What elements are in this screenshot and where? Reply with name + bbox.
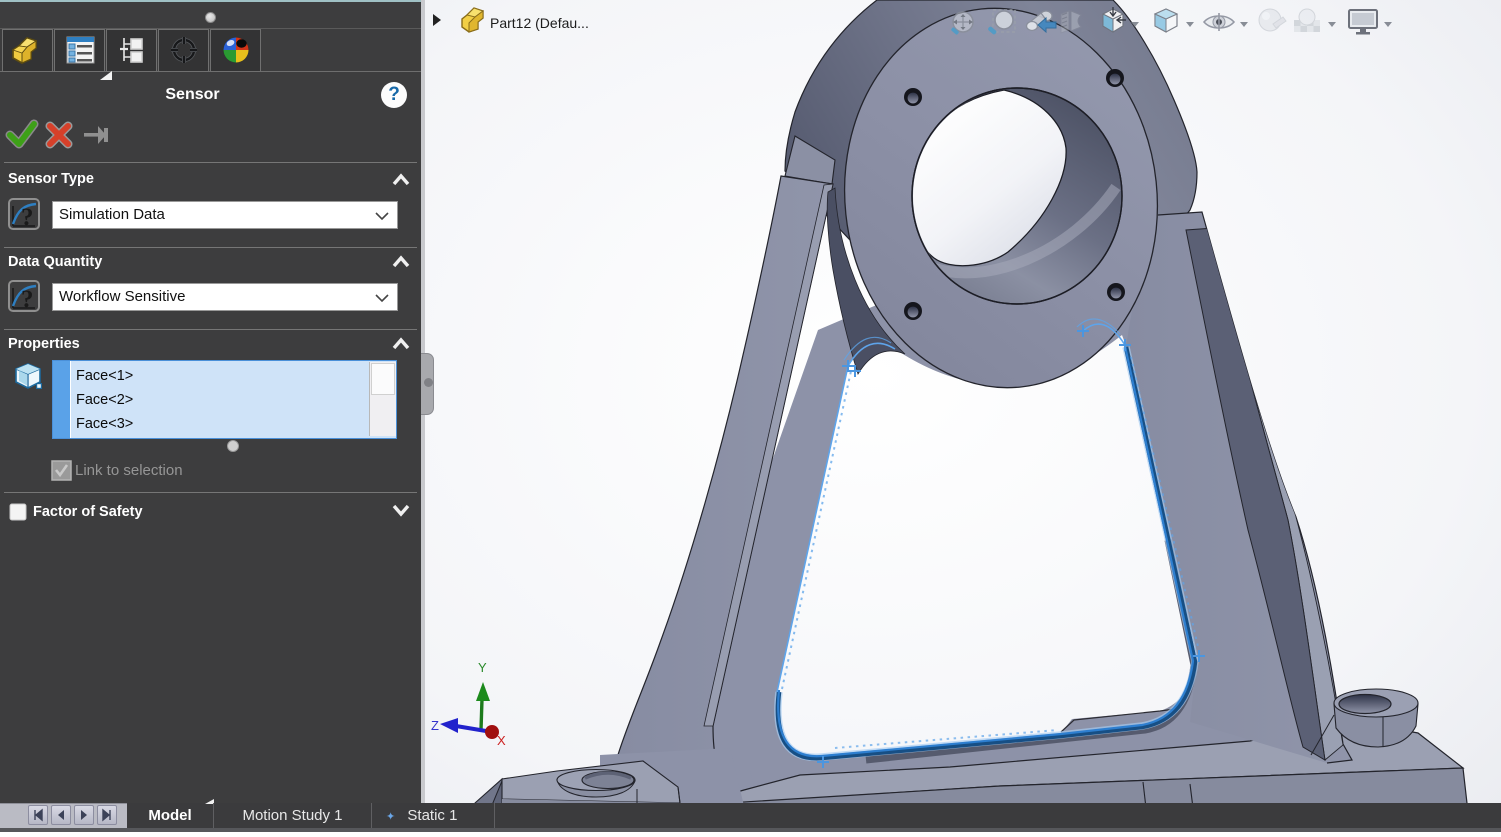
- svg-text:Part12 (Defau...: Part12 (Defau...: [490, 15, 589, 31]
- svg-text:X: X: [497, 733, 506, 748]
- svg-text:Z: Z: [431, 718, 439, 733]
- svg-text:Y: Y: [478, 660, 487, 675]
- svg-text:?: ?: [21, 204, 34, 231]
- svg-text:?: ?: [21, 286, 34, 313]
